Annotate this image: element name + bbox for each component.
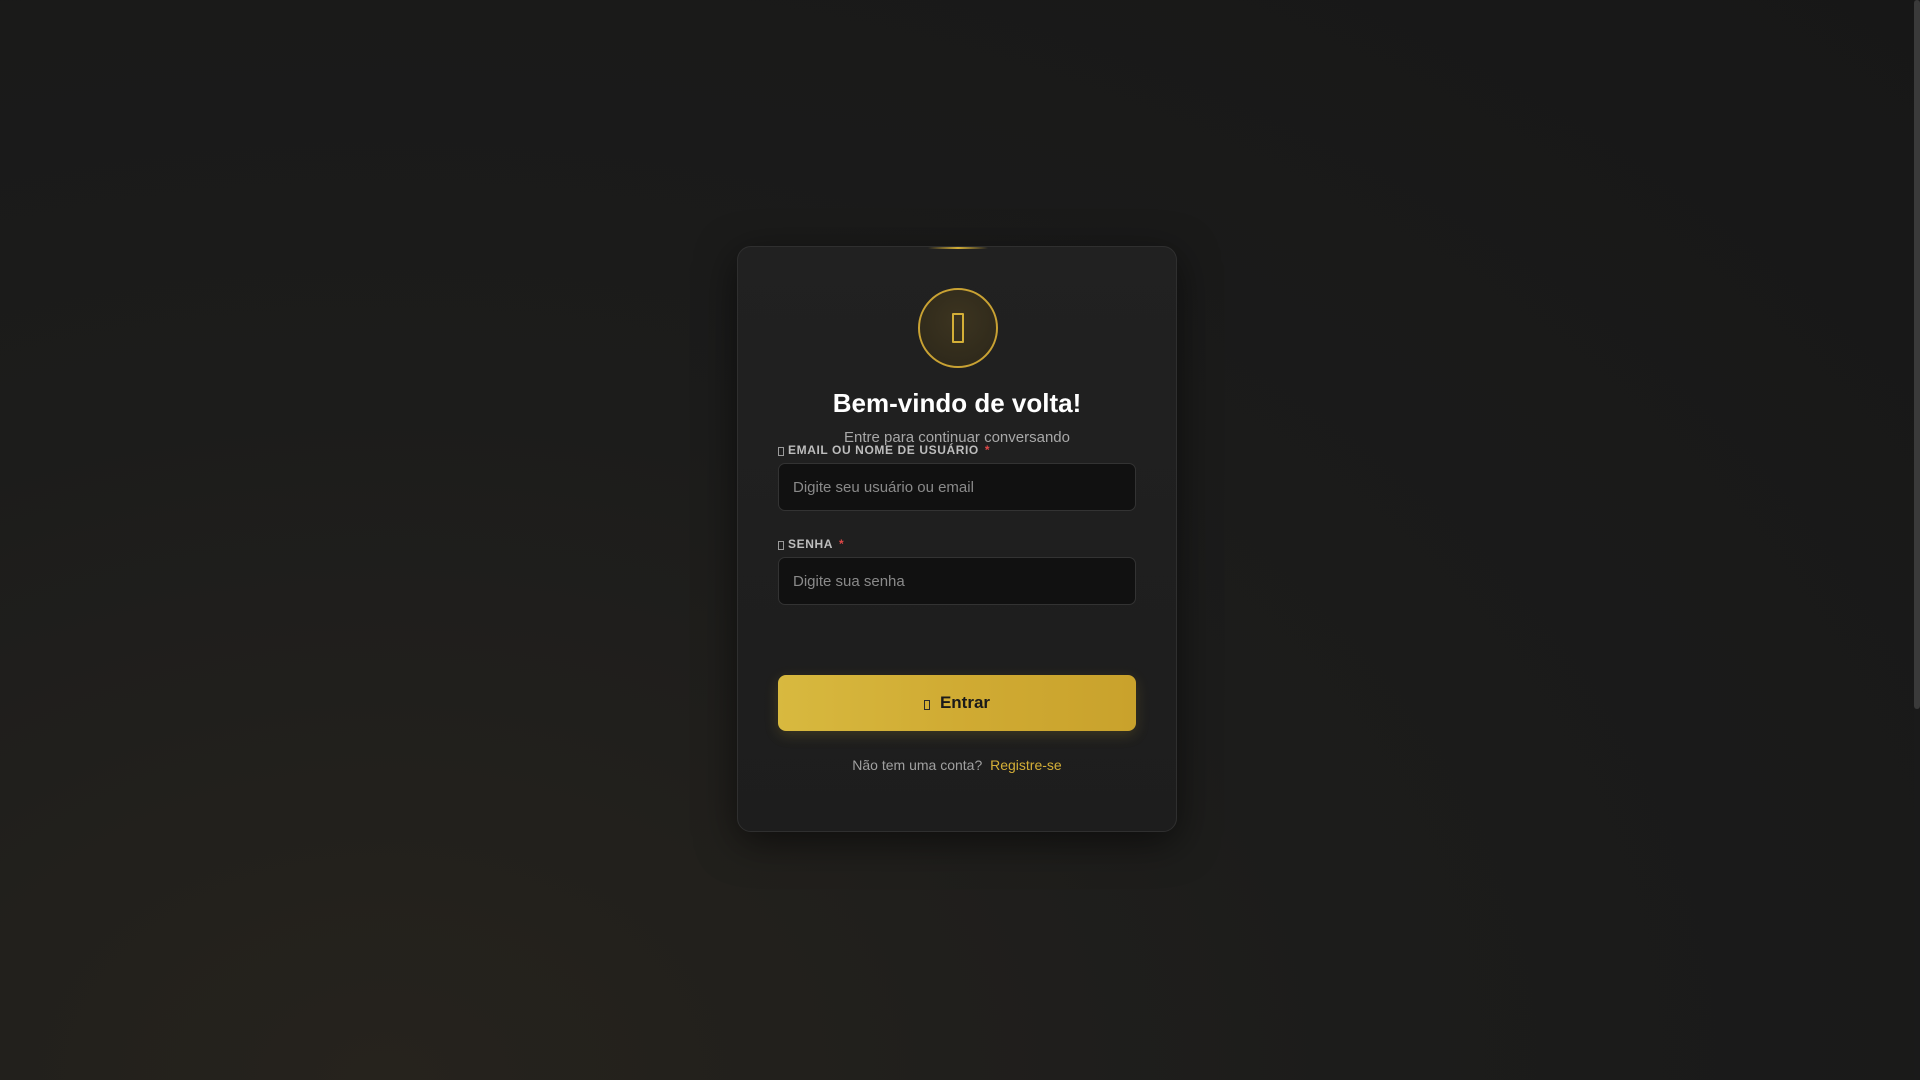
card-top-accent xyxy=(928,247,988,249)
register-prompt: Não tem uma conta? Registre-se xyxy=(738,757,1176,773)
password-required-mark: * xyxy=(839,537,845,551)
username-input[interactable] xyxy=(778,463,1136,511)
username-label-text: EMAIL OU NOME DE USUÁRIO xyxy=(788,443,979,457)
login-button[interactable]: Entrar xyxy=(778,675,1136,731)
user-icon xyxy=(778,446,784,456)
page-title: Bem-vindo de volta! xyxy=(832,388,1082,418)
login-card: Bem-vindo de volta! Entre para continuar… xyxy=(737,246,1177,832)
password-label-text: SENHA xyxy=(788,537,834,551)
page-scrollbar-thumb[interactable] xyxy=(1914,0,1920,709)
username-required-mark: * xyxy=(984,443,991,457)
password-input[interactable] xyxy=(778,557,1136,605)
register-prompt-text: Não tem uma conta? xyxy=(852,757,983,773)
logo-badge xyxy=(918,288,998,368)
page-scrollbar-track[interactable] xyxy=(1914,0,1920,1080)
mobile-phone-icon xyxy=(952,313,964,343)
sign-in-icon xyxy=(923,699,930,710)
lock-icon xyxy=(778,540,784,550)
login-button-label: Entrar xyxy=(939,693,991,712)
password-label: SENHA * xyxy=(778,537,844,551)
register-link[interactable]: Registre-se xyxy=(990,757,1062,773)
username-label: EMAIL OU NOME DE USUÁRIO * xyxy=(778,443,990,457)
